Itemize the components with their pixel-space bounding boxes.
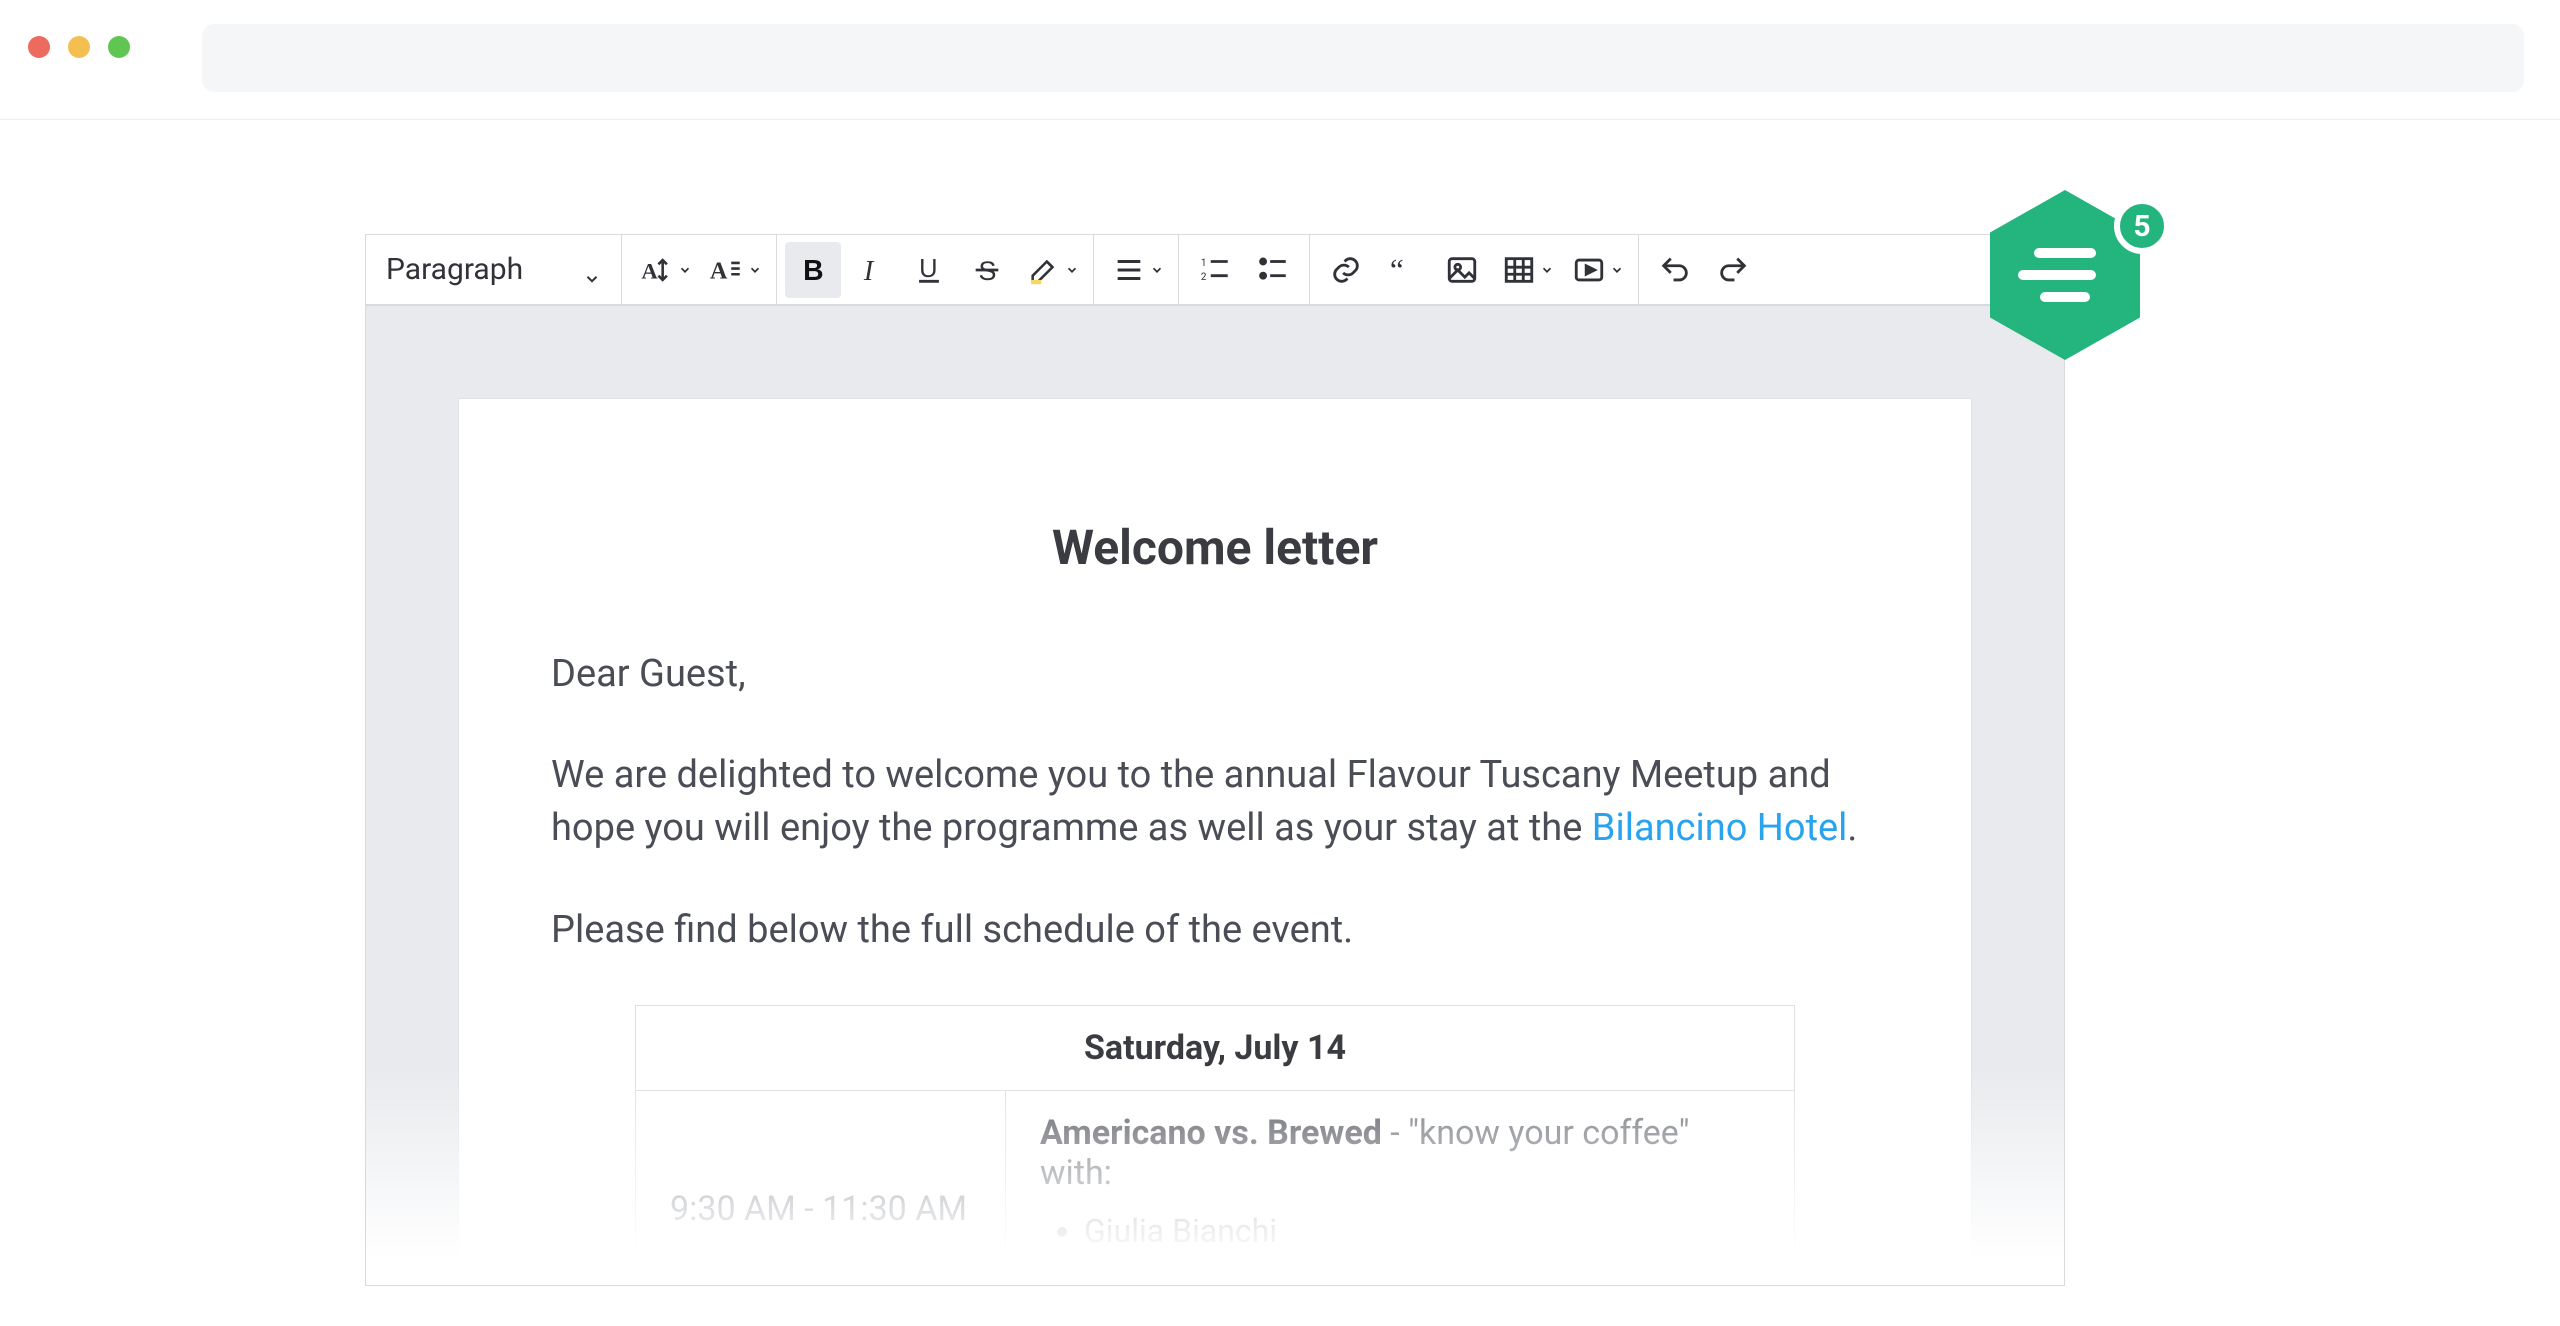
align-button[interactable]: [1102, 242, 1170, 298]
svg-text:2: 2: [1201, 271, 1207, 282]
table-row: 9:30 AM - 11:30 AM Americano vs. Brewed …: [636, 1090, 1795, 1286]
chevron-down-icon: [1150, 263, 1164, 277]
schedule-table[interactable]: Saturday, July 14 9:30 AM - 11:30 AM Ame…: [635, 1005, 1795, 1286]
session-title-strong: Americano vs. Brewed: [1040, 1113, 1382, 1153]
window-controls: [0, 24, 130, 58]
highlight-button[interactable]: [1017, 242, 1085, 298]
intro-text-after-link: .: [1847, 806, 1857, 850]
browser-chrome: [0, 0, 2560, 120]
chevron-down-icon: [1065, 263, 1079, 277]
schedule-time-cell[interactable]: 9:30 AM - 11:30 AM: [636, 1090, 1006, 1286]
undo-button[interactable]: [1647, 242, 1703, 298]
chevron-down-icon: [583, 261, 601, 279]
window-minimize-button[interactable]: [68, 36, 90, 58]
speaker-item: Stefano Garau: [1084, 1256, 1760, 1286]
editor-badge[interactable]: 5: [1990, 190, 2170, 370]
hotel-link[interactable]: Bilancino Hotel: [1592, 806, 1848, 850]
window-close-button[interactable]: [28, 36, 50, 58]
svg-text:1: 1: [1201, 257, 1207, 268]
heading-select[interactable]: Paragraph: [366, 252, 621, 287]
chevron-down-icon: [678, 263, 692, 277]
document-title[interactable]: Welcome letter: [551, 519, 1879, 576]
window-fullscreen-button[interactable]: [108, 36, 130, 58]
table-button[interactable]: [1492, 242, 1560, 298]
greeting-paragraph[interactable]: Dear Guest,: [551, 648, 1879, 701]
line-height-button[interactable]: A: [630, 242, 698, 298]
badge-count: 5: [2114, 198, 2170, 254]
schedule-session-cell[interactable]: Americano vs. Brewed - "know your coffee…: [1006, 1090, 1795, 1286]
blockquote-button[interactable]: “: [1376, 242, 1432, 298]
italic-button[interactable]: I: [843, 242, 899, 298]
font-size-button[interactable]: A: [700, 242, 768, 298]
url-bar-container: [130, 24, 2560, 92]
url-bar[interactable]: [202, 24, 2524, 92]
media-button[interactable]: [1562, 242, 1630, 298]
chevron-down-icon: [748, 263, 762, 277]
bulleted-list-button[interactable]: [1245, 242, 1301, 298]
svg-text:B: B: [803, 254, 823, 286]
svg-text:A: A: [710, 258, 728, 284]
page-area: Paragraph A A B: [0, 120, 2560, 1326]
numbered-list-button[interactable]: 12: [1187, 242, 1243, 298]
schedule-header[interactable]: Saturday, July 14: [636, 1005, 1795, 1090]
speaker-item: Giulia Bianchi: [1084, 1207, 1760, 1257]
bold-button[interactable]: B: [785, 242, 841, 298]
editor-toolbar: Paragraph A A B: [365, 234, 2065, 306]
image-button[interactable]: [1434, 242, 1490, 298]
svg-text:A: A: [641, 258, 658, 283]
svg-text:I: I: [863, 255, 875, 286]
redo-button[interactable]: [1705, 242, 1761, 298]
strikethrough-button[interactable]: S: [959, 242, 1015, 298]
editor-canvas: Welcome letter Dear Guest, We are deligh…: [365, 306, 2065, 1286]
link-button[interactable]: [1318, 242, 1374, 298]
svg-text:U: U: [919, 255, 937, 283]
heading-select-label: Paragraph: [386, 252, 523, 287]
chevron-down-icon: [1610, 263, 1624, 277]
document-page[interactable]: Welcome letter Dear Guest, We are deligh…: [458, 398, 1972, 1286]
chevron-down-icon: [1540, 263, 1554, 277]
schedule-intro-paragraph[interactable]: Please find below the full schedule of t…: [551, 904, 1879, 957]
editor-shell: Paragraph A A B: [365, 234, 2065, 1286]
svg-text:“: “: [1390, 253, 1404, 287]
underline-button[interactable]: U: [901, 242, 957, 298]
intro-paragraph[interactable]: We are delighted to welcome you to the a…: [551, 749, 1879, 855]
